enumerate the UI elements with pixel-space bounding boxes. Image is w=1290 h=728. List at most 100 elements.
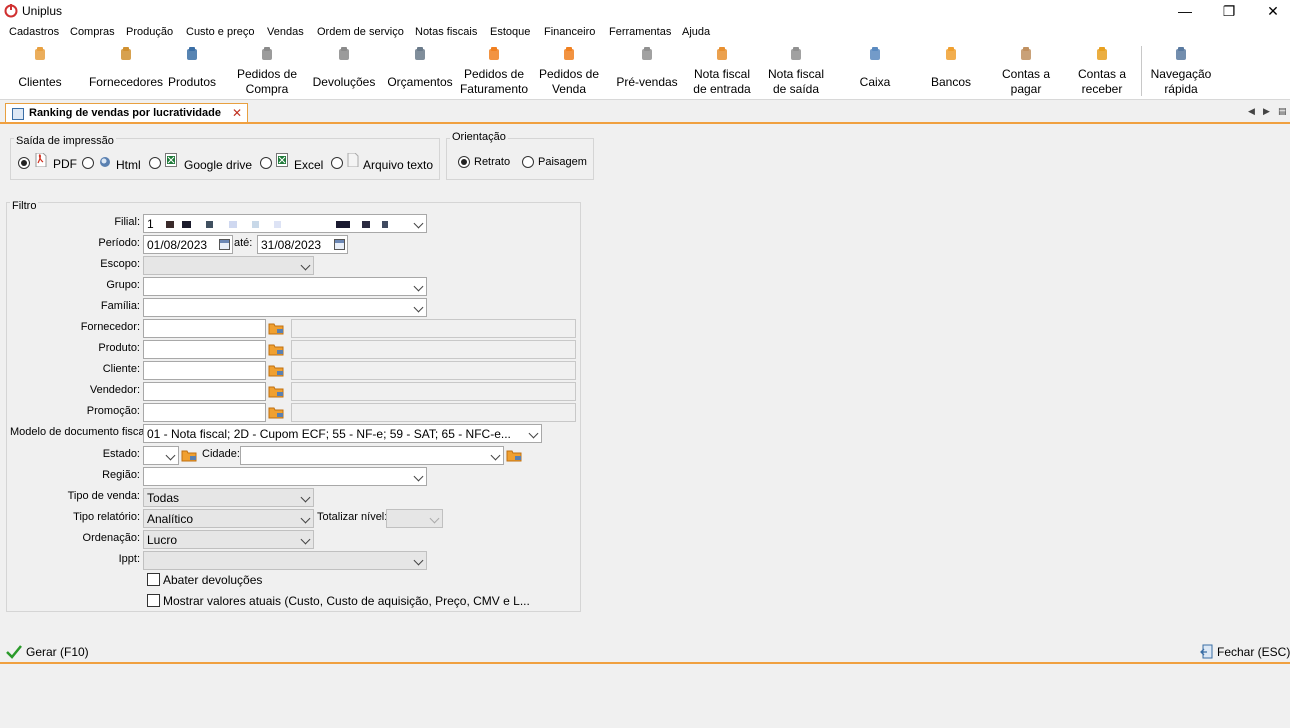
pdf-icon <box>35 153 47 167</box>
toolbar-button-8[interactable]: Pré-vendas <box>612 42 682 100</box>
radio-html[interactable] <box>82 157 94 169</box>
menu-ordem-servico[interactable]: Ordem de serviço <box>317 26 404 38</box>
tab-prev-icon[interactable]: ◀ <box>1248 106 1255 117</box>
radio-paisagem[interactable] <box>522 156 534 168</box>
folder-search-icon[interactable] <box>268 321 284 335</box>
chevron-down-icon[interactable] <box>413 281 424 292</box>
close-window-button[interactable]: ✕ <box>1250 0 1290 22</box>
promocao-code-input[interactable] <box>143 403 266 422</box>
toolbar-button-4[interactable]: Devoluções <box>308 42 380 100</box>
toolbar-button-3[interactable]: Pedidos de Compra <box>228 42 306 100</box>
tab-next-icon[interactable]: ▶ <box>1263 106 1270 117</box>
chevron-down-icon[interactable] <box>300 534 311 545</box>
familia-select[interactable] <box>143 298 427 317</box>
tab-menu-icon[interactable]: ▤ <box>1278 106 1287 117</box>
toolbar-button-11[interactable]: Caixa <box>846 42 904 100</box>
menu-compras[interactable]: Compras <box>70 26 115 38</box>
tab-close-icon[interactable]: ✕ <box>232 106 242 120</box>
toolbar-label-line1: Nota fiscal <box>767 67 825 81</box>
menu-ajuda[interactable]: Ajuda <box>682 26 710 38</box>
folder-search-icon[interactable] <box>506 448 522 462</box>
totalizar-label: Totalizar nível: <box>317 511 388 523</box>
estado-select[interactable] <box>143 446 179 465</box>
fornecedor-code-input[interactable] <box>143 319 266 338</box>
grupo-select[interactable] <box>143 277 427 296</box>
piggy-bank-icon <box>946 47 956 60</box>
folder-search-icon[interactable] <box>181 448 197 462</box>
radio-html-label: Html <box>116 158 141 172</box>
produto-code-input[interactable] <box>143 340 266 359</box>
purchase-order-icon <box>262 47 272 60</box>
calendar-icon[interactable] <box>334 239 345 250</box>
chevron-down-icon[interactable] <box>528 428 539 439</box>
toolbar-button-2[interactable]: Produtos <box>164 42 220 100</box>
radio-retrato[interactable] <box>458 156 470 168</box>
menu-cadastros[interactable]: Cadastros <box>9 26 59 38</box>
vendedor-code-input[interactable] <box>143 382 266 401</box>
filial-select[interactable]: 1 <box>143 214 427 233</box>
chevron-down-icon[interactable] <box>165 450 176 461</box>
toolbar-label-line1: Contas a <box>1077 67 1127 81</box>
menu-producao[interactable]: Produção <box>126 26 173 38</box>
tipo-relatorio-select[interactable]: Analítico <box>143 509 314 528</box>
radio-excel[interactable] <box>260 157 272 169</box>
restore-button[interactable]: ❐ <box>1206 0 1252 22</box>
toolbar-button-7[interactable]: Pedidos de Venda <box>532 42 606 100</box>
chevron-down-icon[interactable] <box>413 218 424 229</box>
menu-custo-preco[interactable]: Custo e preço <box>186 26 254 38</box>
sales-order-icon <box>564 47 574 60</box>
calendar-icon[interactable] <box>219 239 230 250</box>
cidade-select[interactable] <box>240 446 504 465</box>
toolbar-label-line2: Faturamento <box>459 82 529 96</box>
exit-door-icon <box>1200 644 1213 659</box>
toolbar-button-5[interactable]: Orçamentos <box>384 42 456 100</box>
chevron-down-icon[interactable] <box>490 450 501 461</box>
chevron-down-icon[interactable] <box>413 302 424 313</box>
cliente-code-input[interactable] <box>143 361 266 380</box>
chevron-down-icon[interactable] <box>413 471 424 482</box>
escopo-select[interactable] <box>143 256 314 275</box>
toolbar-button-9[interactable]: Nota fiscal de entrada <box>686 42 758 100</box>
chevron-down-icon[interactable] <box>429 513 440 524</box>
minimize-button[interactable]: — <box>1162 0 1208 22</box>
redacted-pixel <box>362 221 370 228</box>
modelo-select[interactable]: 01 - Nota fiscal; 2D - Cupom ECF; 55 - N… <box>143 424 542 443</box>
folder-search-icon[interactable] <box>268 363 284 377</box>
toolbar-label-line2: Venda <box>551 82 587 96</box>
menu-financeiro[interactable]: Financeiro <box>544 26 595 38</box>
toolbar-button-0[interactable]: Clientes <box>6 42 74 100</box>
radio-google-drive[interactable] <box>149 157 161 169</box>
chevron-down-icon[interactable] <box>300 260 311 271</box>
ordenacao-select[interactable]: Lucro <box>143 530 314 549</box>
toolbar-button-13[interactable]: Contas a pagar <box>990 42 1062 100</box>
promocao-name-field <box>291 403 576 422</box>
promocao-label: Promoção: <box>86 405 140 417</box>
toolbar-label-line1: Pedidos de <box>236 67 298 81</box>
chevron-down-icon[interactable] <box>300 492 311 503</box>
radio-pdf[interactable] <box>18 157 30 169</box>
folder-search-icon[interactable] <box>268 405 284 419</box>
chevron-down-icon[interactable] <box>413 555 424 566</box>
menu-vendas[interactable]: Vendas <box>267 26 304 38</box>
toolbar-button-1[interactable]: Fornecedores <box>76 42 176 100</box>
tab-ranking-vendas[interactable]: Ranking de vendas por lucratividade ✕ <box>5 103 248 124</box>
abater-devolucoes-checkbox[interactable] <box>147 573 160 586</box>
toolbar-button-15[interactable]: Navegação rápida <box>1146 42 1216 100</box>
folder-search-icon[interactable] <box>268 384 284 398</box>
toolbar-button-14[interactable]: Contas a receber <box>1066 42 1138 100</box>
tipo-venda-select[interactable]: Todas <box>143 488 314 507</box>
menu-notas-fiscais[interactable]: Notas fiscais <box>415 26 477 38</box>
radio-google-drive-label: Google drive <box>184 158 253 172</box>
toolbar-button-6[interactable]: Pedidos de Faturamento <box>458 42 530 100</box>
folder-search-icon[interactable] <box>268 342 284 356</box>
mostrar-valores-checkbox[interactable] <box>147 594 160 607</box>
ippt-select[interactable] <box>143 551 427 570</box>
totalizar-select[interactable] <box>386 509 443 528</box>
menu-estoque[interactable]: Estoque <box>490 26 530 38</box>
radio-arquivo-texto[interactable] <box>331 157 343 169</box>
chevron-down-icon[interactable] <box>300 513 311 524</box>
toolbar-button-12[interactable]: Bancos <box>918 42 984 100</box>
menu-ferramentas[interactable]: Ferramentas <box>609 26 671 38</box>
toolbar-button-10[interactable]: Nota fiscal de saída <box>760 42 832 100</box>
regiao-select[interactable] <box>143 467 427 486</box>
